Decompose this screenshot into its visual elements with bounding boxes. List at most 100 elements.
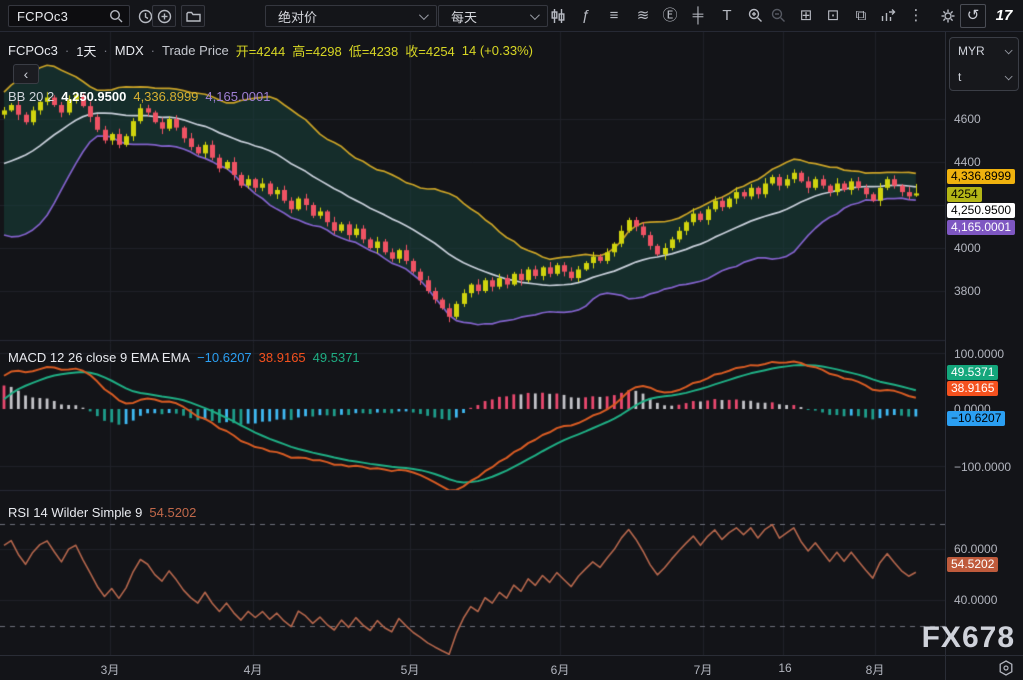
bb-lower-value: 4,165.0001: [205, 89, 270, 104]
interval-dropdown[interactable]: 每天: [438, 5, 548, 27]
tradingview-logo[interactable]: 17: [992, 5, 1016, 27]
macd-line-badge: 38.9165: [947, 381, 998, 396]
legend-change: 14 (+0.33%): [462, 43, 533, 58]
macd-hist-value: −10.6207: [197, 350, 252, 365]
bb-lower-price-badge: 4,165.0001: [947, 220, 1015, 235]
unit-dropdown[interactable]: t: [950, 64, 1018, 90]
chevron-down-icon: [530, 10, 540, 20]
layout-button[interactable]: ≡: [603, 5, 625, 27]
price-tick: 4400: [954, 155, 981, 169]
layers-icon: ≡: [610, 7, 619, 24]
grid-view-button[interactable]: ⊞: [795, 5, 817, 27]
hexagon-settings-icon: [997, 659, 1015, 677]
rsi-value-badge: 54.5202: [947, 557, 998, 572]
time-axis-divider: [0, 655, 1023, 656]
plus-circle-icon: [157, 9, 172, 24]
legend-interval: 1天: [76, 41, 96, 60]
search-icon: [109, 9, 123, 23]
export-chart-icon: [880, 8, 896, 23]
bb-upper-value: 4,336.8999: [133, 89, 198, 104]
bb-label: BB 20 2: [8, 89, 54, 104]
events-button[interactable]: Ⓔ: [659, 5, 681, 27]
top-toolbar: FCPOc3 绝对价 每天 ƒ ≡ ≋ Ⓔ ╪ T: [0, 0, 1023, 32]
copy-button[interactable]: ⧉: [850, 5, 872, 27]
snapshot-button[interactable]: ⊡: [822, 5, 844, 27]
macd-hist-badge: −10.6207: [947, 411, 1005, 426]
symbol-text: FCPOc3: [17, 9, 109, 24]
rsi-tick: 40.0000: [954, 593, 997, 607]
rsi-tick: 60.0000: [954, 542, 997, 556]
gear-icon: [940, 8, 956, 24]
copy-icon: ⧉: [856, 7, 867, 24]
time-label: 8月: [866, 661, 885, 678]
price-mode-dropdown[interactable]: 绝对价: [265, 5, 437, 27]
collapse-legend-button[interactable]: ‹: [13, 64, 39, 84]
bb-mid-price-badge: 4,250.9500: [947, 203, 1015, 218]
symbol-search-input[interactable]: FCPOc3: [8, 5, 130, 27]
interval-value: 每天: [451, 7, 530, 26]
kebab-icon: ⋮: [909, 7, 924, 24]
chevron-down-icon: [1005, 46, 1013, 54]
watchlist-folder-button[interactable]: [181, 5, 205, 27]
rsi-value: 54.5202: [149, 505, 196, 520]
fx678-watermark: FX678: [922, 622, 1015, 654]
price-axis[interactable]: MYR t 4600 4400 4000 3800 4,336.8999 425…: [945, 32, 1023, 655]
zoom-out-icon: [771, 8, 786, 23]
macd-line-value: 38.9165: [259, 350, 306, 365]
price-scale-icon: ╪: [693, 7, 704, 24]
more-options-button[interactable]: ⋮: [905, 5, 927, 27]
time-label: 7月: [694, 661, 713, 678]
macd-label: MACD 12 26 close 9 EMA EMA: [8, 350, 190, 365]
trading-chart-app: FCPOc3 绝对价 每天 ƒ ≡ ≋ Ⓔ ╪ T: [0, 0, 1023, 680]
macd-signal-value: 49.5371: [313, 350, 360, 365]
main-series-legend: FCPOc3 · 1天 · MDX · Trade Price 开=4244 高…: [8, 41, 533, 60]
zoom-in-button[interactable]: [744, 5, 766, 27]
zoom-out-button[interactable]: [767, 5, 789, 27]
replay-icon: ↺: [967, 7, 980, 24]
zoom-in-icon: [748, 8, 763, 23]
text-tool-button[interactable]: T: [716, 5, 738, 27]
settings-button[interactable]: [937, 5, 959, 27]
text-tool-icon: T: [722, 7, 731, 24]
time-label: 16: [778, 661, 791, 675]
add-symbol-button[interactable]: [152, 5, 176, 27]
folder-icon: [186, 10, 201, 23]
last-price-badge: 4254: [947, 187, 982, 202]
legend-low: 低=4238: [349, 41, 399, 60]
time-axis[interactable]: 3月 4月 5月 6月 7月 16 8月: [0, 656, 945, 680]
legend-series-type: Trade Price: [162, 43, 229, 58]
legend-high: 高=4298: [292, 41, 342, 60]
macd-signal-badge: 49.5371: [947, 365, 998, 380]
legend-symbol: FCPOc3: [8, 43, 58, 58]
timezone-settings-corner[interactable]: [945, 656, 1023, 680]
legend-close: 收=4254: [405, 41, 455, 60]
macd-legend: MACD 12 26 close 9 EMA EMA −10.6207 38.9…: [8, 350, 360, 365]
indicators-button[interactable]: ƒ: [575, 5, 597, 27]
macd-tick: −100.0000: [954, 460, 1011, 474]
grid-icon: ⊞: [800, 7, 813, 24]
legend-open: 开=4244: [236, 41, 286, 60]
currency-value: MYR: [958, 44, 985, 58]
time-label: 5月: [401, 661, 420, 678]
candlestick-icon: [550, 8, 566, 24]
export-chart-button[interactable]: [877, 5, 899, 27]
circled-e-icon: Ⓔ: [662, 7, 677, 24]
time-label: 4月: [244, 661, 263, 678]
replay-button[interactable]: ↺: [960, 4, 986, 28]
rsi-label: RSI 14 Wilder Simple 9: [8, 505, 142, 520]
currency-dropdown[interactable]: MYR: [950, 38, 1018, 64]
time-label: 3月: [101, 661, 120, 678]
price-tick: 3800: [954, 284, 981, 298]
chevron-down-icon: [419, 10, 429, 20]
price-chart-canvas[interactable]: [0, 32, 945, 655]
bb-mid-value: 4,250.9500: [61, 89, 126, 104]
bollinger-legend: BB 20 2 4,250.9500 4,336.8999 4,165.0001: [8, 89, 271, 104]
compare-button[interactable]: ≋: [632, 5, 654, 27]
indicators-icon: ƒ: [582, 7, 590, 24]
price-mode-value: 绝对价: [278, 7, 419, 26]
chart-style-button[interactable]: [547, 5, 569, 27]
rsi-legend: RSI 14 Wilder Simple 9 54.5202: [8, 505, 196, 520]
price-scale-settings-button[interactable]: ╪: [687, 5, 709, 27]
time-label: 6月: [551, 661, 570, 678]
price-tick: 4600: [954, 112, 981, 126]
